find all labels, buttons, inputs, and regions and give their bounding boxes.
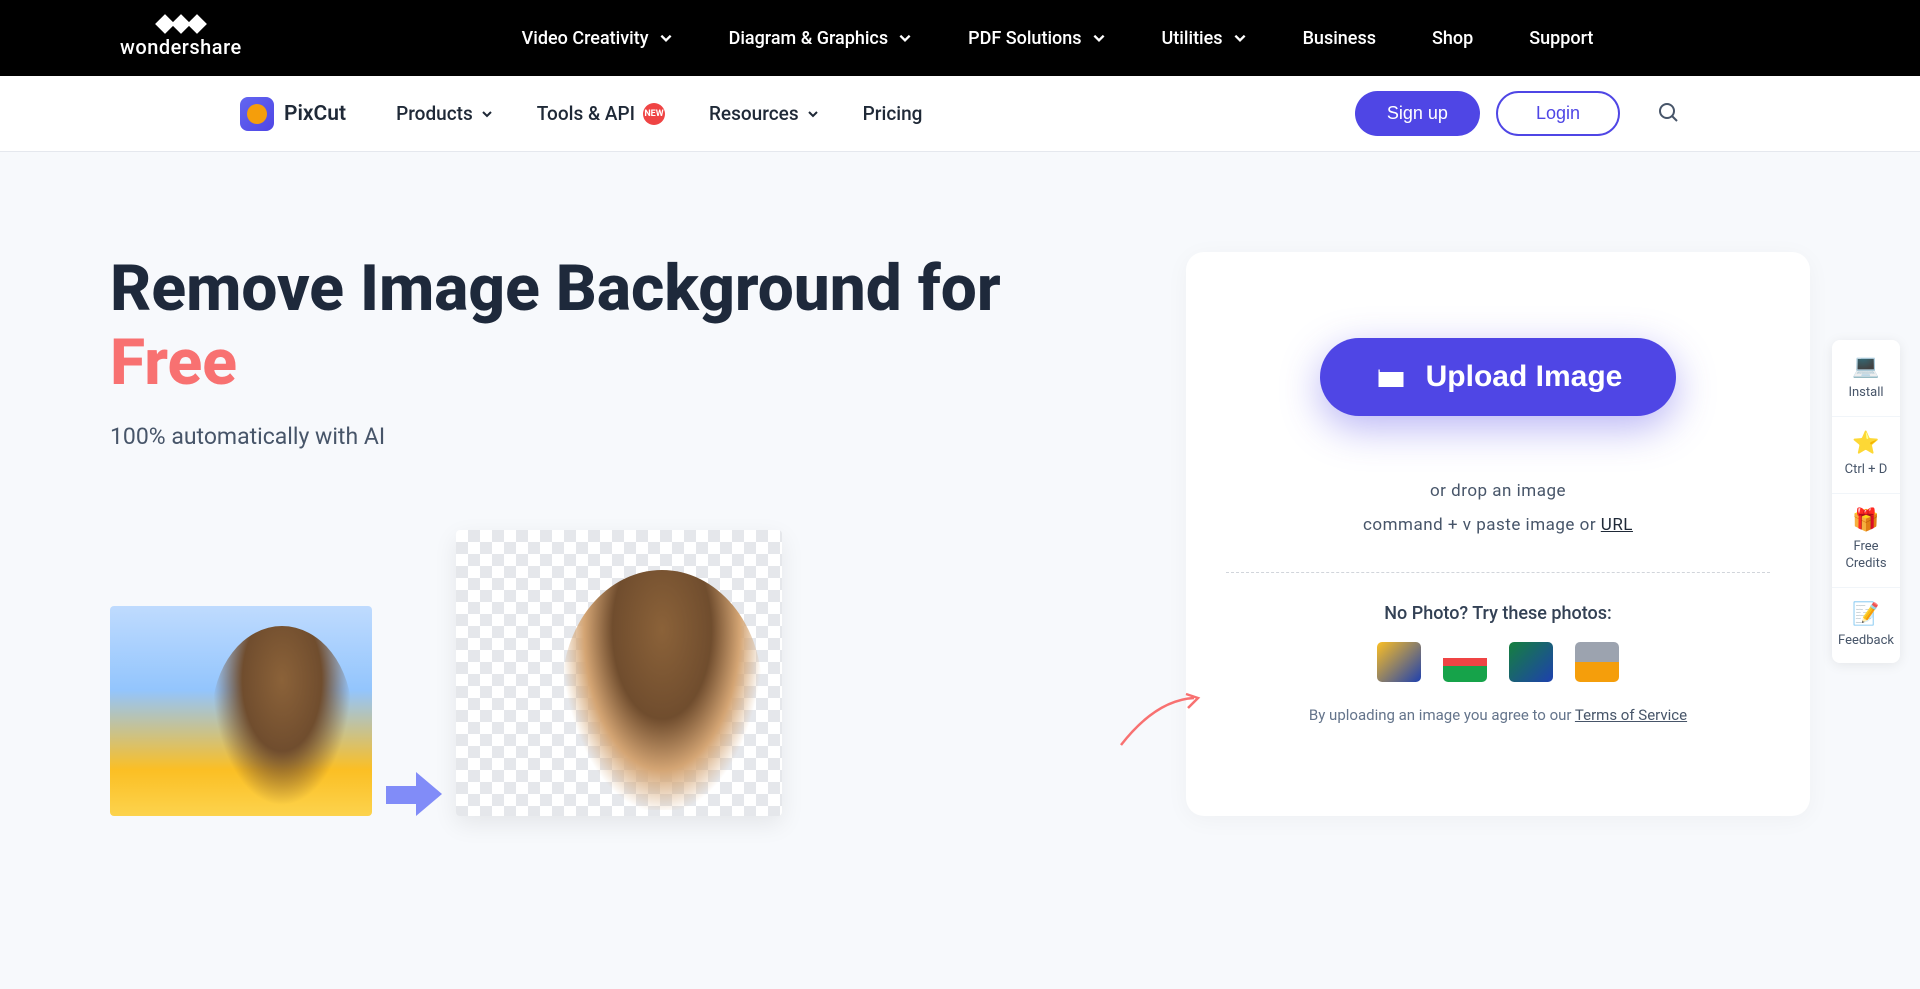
side-item-free-credits[interactable]: 🎁Free Credits	[1832, 494, 1900, 588]
try-photos-label: No Photo? Try these photos:	[1226, 603, 1770, 624]
product-icon	[240, 97, 274, 131]
drop-hint: or drop an image	[1226, 474, 1770, 508]
paste-hint: command + v paste image or URL	[1226, 508, 1770, 542]
sub-nav-resources[interactable]: Resources	[709, 102, 819, 125]
sub-nav-pricing[interactable]: Pricing	[863, 102, 923, 125]
divider	[1226, 572, 1770, 573]
curved-arrow-icon	[1116, 690, 1206, 750]
top-nav-diagram-graphics[interactable]: Diagram & Graphics	[729, 28, 913, 49]
tos-link[interactable]: Terms of Service	[1575, 706, 1687, 724]
url-link[interactable]: URL	[1601, 515, 1633, 535]
upload-hints: or drop an image command + v paste image…	[1226, 474, 1770, 542]
top-nav-shop[interactable]: Shop	[1432, 28, 1473, 49]
arrow-icon	[386, 772, 442, 816]
demo-removed-image	[456, 530, 782, 816]
sample-thumb-4[interactable]	[1575, 642, 1619, 682]
brand-text: wondershare	[120, 35, 242, 59]
side-item-install[interactable]: 💻Install	[1832, 340, 1900, 417]
demo-original-image	[110, 606, 372, 816]
upload-button[interactable]: Upload Image	[1320, 338, 1677, 416]
side-panel: 💻Install⭐Ctrl + D🎁Free Credits📝Feedback	[1832, 340, 1900, 663]
side-icon: ⭐	[1838, 431, 1894, 456]
new-badge: NEW	[643, 103, 665, 125]
search-icon[interactable]	[1656, 100, 1680, 128]
side-item-feedback[interactable]: 📝Feedback	[1832, 588, 1900, 664]
sub-nav-products[interactable]: Products	[396, 102, 493, 125]
side-icon: 🎁	[1838, 508, 1894, 533]
side-icon: 💻	[1838, 354, 1894, 379]
sample-thumb-2[interactable]	[1443, 642, 1487, 682]
top-nav-business[interactable]: Business	[1303, 28, 1376, 49]
sub-nav: PixCut ProductsTools & APINEWResourcesPr…	[0, 76, 1920, 152]
top-nav-pdf-solutions[interactable]: PDF Solutions	[968, 28, 1105, 49]
sub-nav-tools-api[interactable]: Tools & APINEW	[537, 102, 665, 125]
side-item-ctrl-d[interactable]: ⭐Ctrl + D	[1832, 417, 1900, 494]
side-icon: 📝	[1838, 602, 1894, 627]
sample-thumb-1[interactable]	[1377, 642, 1421, 682]
brand-logo[interactable]: wondershare	[120, 17, 242, 59]
folder-icon	[1374, 362, 1408, 392]
signup-button[interactable]: Sign up	[1355, 91, 1480, 136]
top-nav: wondershare Video Creativity Diagram & Gr…	[0, 0, 1920, 76]
brand-icon	[158, 17, 204, 31]
top-nav-support[interactable]: Support	[1529, 28, 1593, 49]
hero-text-block: Remove Image Background for Free 100% au…	[110, 252, 1126, 816]
hero: Remove Image Background for Free 100% au…	[0, 152, 1920, 816]
upload-card: Upload Image or drop an image command + …	[1186, 252, 1810, 816]
sub-nav-items: Products Tools & APINEW Resources Pricing	[396, 102, 922, 125]
login-button[interactable]: Login	[1496, 91, 1620, 136]
hero-title: Remove Image Background for Free	[110, 252, 1126, 399]
product-name: PixCut	[284, 102, 346, 126]
top-nav-items: Video Creativity Diagram & Graphics PDF So…	[522, 28, 1594, 49]
hero-subtitle: 100% automatically with AI	[110, 423, 1126, 450]
top-nav-video-creativity[interactable]: Video Creativity	[522, 28, 673, 49]
product-logo[interactable]: PixCut	[240, 97, 346, 131]
sample-thumb-3[interactable]	[1509, 642, 1553, 682]
hero-demo-images	[110, 530, 1126, 816]
top-nav-utilities[interactable]: Utilities	[1162, 28, 1247, 49]
sample-thumbnails	[1226, 642, 1770, 682]
tos-text: By uploading an image you agree to our T…	[1226, 706, 1770, 724]
